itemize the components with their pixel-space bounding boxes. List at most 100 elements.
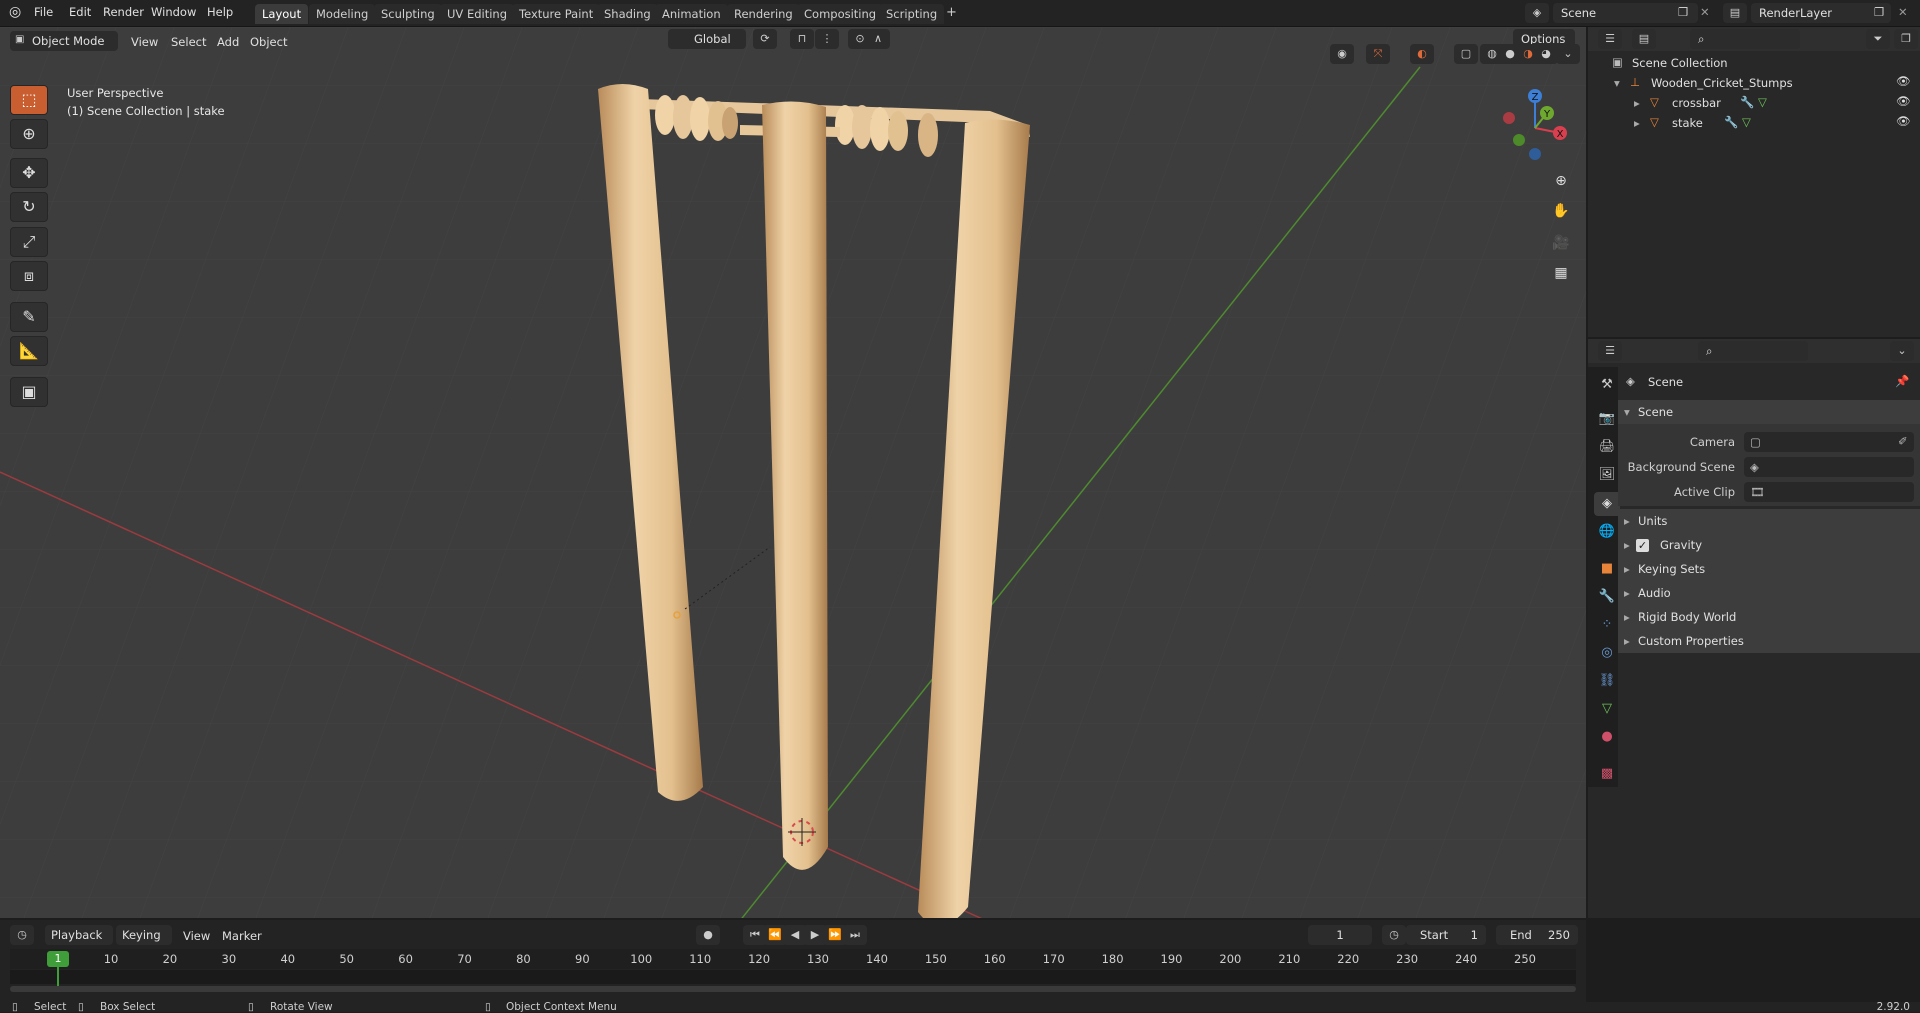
- view-layer-tab-icon[interactable]: 🖼: [1594, 463, 1620, 487]
- world-tab-icon[interactable]: 🌐: [1594, 520, 1620, 544]
- tree-row-crossbar[interactable]: ▸ ▽ crossbar 🔧 ▽ 👁: [1588, 93, 1920, 113]
- data-tab-icon[interactable]: ▽: [1594, 697, 1620, 721]
- timeline-scrollbar[interactable]: [10, 986, 1576, 992]
- texture-tab-icon[interactable]: ▩: [1594, 762, 1620, 786]
- modifier-tab-icon[interactable]: 🔧: [1594, 585, 1620, 609]
- scene-name-field[interactable]: Scene: [1553, 3, 1698, 23]
- start-frame-field[interactable]: Start 1: [1406, 925, 1486, 945]
- properties-search-input[interactable]: ⌕: [1698, 341, 1808, 361]
- tab-uv-editing[interactable]: UV Editing: [440, 4, 514, 24]
- current-frame-field[interactable]: 1: [1308, 925, 1372, 945]
- tab-compositing[interactable]: Compositing: [797, 4, 884, 24]
- expand-arrow-icon[interactable]: ▸: [1624, 514, 1630, 528]
- keying-sets-panel-header[interactable]: Keying Sets: [1618, 557, 1920, 581]
- preview-range-icon[interactable]: ◷: [1382, 925, 1406, 945]
- modifier-icon[interactable]: 🔧: [1740, 95, 1754, 109]
- select-box-tool[interactable]: ⬚: [10, 85, 48, 115]
- delete-scene-icon[interactable]: ✕: [1700, 5, 1710, 19]
- units-panel-header[interactable]: Units: [1618, 509, 1920, 533]
- add-cube-tool[interactable]: ▣: [10, 377, 48, 407]
- menu-help[interactable]: Help: [207, 5, 233, 19]
- menu-window[interactable]: Window: [151, 5, 196, 19]
- timeline-track[interactable]: [10, 970, 1576, 984]
- blender-logo-icon[interactable]: ◎: [9, 4, 27, 22]
- menu-edit[interactable]: Edit: [69, 5, 91, 19]
- editor-type-icon[interactable]: ☰: [1598, 341, 1622, 361]
- visibility-icon[interactable]: ◉: [1330, 44, 1354, 64]
- camera-field[interactable]: [1744, 432, 1914, 452]
- 3d-viewport[interactable]: [0, 27, 1586, 918]
- tab-texture-paint[interactable]: Texture Paint: [512, 4, 601, 24]
- viewport-menu-select[interactable]: Select: [171, 35, 206, 49]
- menu-render[interactable]: Render: [103, 5, 144, 19]
- scale-tool[interactable]: ⤢: [10, 227, 48, 257]
- visibility-eye-icon[interactable]: 👁: [1896, 74, 1911, 88]
- material-tab-icon[interactable]: ●: [1594, 725, 1620, 749]
- view-layer-field[interactable]: RenderLayer: [1751, 3, 1891, 23]
- record-icon[interactable]: ●: [696, 925, 720, 945]
- editor-type-icon[interactable]: ☰: [1598, 29, 1622, 49]
- panel-collapse-arrow-icon[interactable]: ▾: [1624, 405, 1630, 419]
- timeline-menu-view[interactable]: View: [183, 929, 210, 943]
- keying-dropdown[interactable]: Keying: [116, 925, 172, 945]
- viewport-menu-object[interactable]: Object: [250, 35, 287, 49]
- filter-icon[interactable]: ⏷: [1866, 29, 1890, 49]
- gizmo-toggle-icon[interactable]: ⤧: [1366, 44, 1390, 64]
- navigation-gizmo[interactable]: Z X Y: [1495, 88, 1575, 168]
- object-tab-icon[interactable]: ■: [1594, 557, 1620, 581]
- rotate-tool[interactable]: ↻: [10, 192, 48, 222]
- tree-row-stake[interactable]: ▸ ▽ stake 🔧 ▽ 👁: [1588, 113, 1920, 133]
- end-frame-field[interactable]: End 250: [1496, 925, 1578, 945]
- tool-tab-icon[interactable]: ⚒: [1594, 373, 1620, 397]
- playhead-frame-badge[interactable]: 1: [47, 951, 69, 967]
- pin-icon[interactable]: 📌: [1895, 374, 1909, 388]
- expand-arrow-icon[interactable]: ▸: [1624, 586, 1630, 600]
- expand-arrow-icon[interactable]: ▸: [1634, 96, 1640, 110]
- overlay-toggle-icon[interactable]: ◐: [1410, 44, 1434, 64]
- panel-options-icon[interactable]: ⌄: [1890, 341, 1914, 361]
- constraints-tab-icon[interactable]: ⛓: [1594, 669, 1620, 693]
- gravity-checkbox[interactable]: ✓: [1636, 539, 1649, 552]
- visibility-eye-icon[interactable]: 👁: [1896, 114, 1911, 128]
- display-mode-icon[interactable]: ▤: [1632, 29, 1656, 49]
- viewport-menu-view[interactable]: View: [131, 35, 158, 49]
- view-layer-browse-icon[interactable]: ▤: [1723, 3, 1747, 23]
- xray-toggle-icon[interactable]: ▢: [1454, 44, 1478, 64]
- modifier-icon[interactable]: 🔧: [1724, 115, 1738, 129]
- timeline-editor-type-icon[interactable]: ◷: [10, 925, 34, 945]
- outliner-search-input[interactable]: ⌕: [1690, 29, 1800, 49]
- perspective-toggle-icon[interactable]: ▦: [1548, 260, 1574, 286]
- tab-rendering[interactable]: Rendering: [727, 4, 800, 24]
- output-tab-icon[interactable]: 🖨: [1594, 435, 1620, 459]
- measure-tool[interactable]: 📐: [10, 336, 48, 366]
- tab-shading[interactable]: Shading: [597, 4, 658, 24]
- scene-tab-icon[interactable]: ◈: [1594, 492, 1620, 516]
- annotate-tool[interactable]: ✎: [10, 302, 48, 332]
- zoom-icon[interactable]: ⊕: [1548, 168, 1574, 194]
- particles-tab-icon[interactable]: ⁘: [1594, 613, 1620, 637]
- tab-animation[interactable]: Animation: [655, 4, 728, 24]
- tree-row-wooden-cricket-stumps[interactable]: ▾ ⊥ Wooden_Cricket_Stumps 👁: [1588, 73, 1920, 93]
- scene-panel-header[interactable]: Scene: [1618, 400, 1920, 424]
- mesh-data-icon[interactable]: ▽: [1758, 95, 1767, 109]
- physics-tab-icon[interactable]: ◎: [1594, 641, 1620, 665]
- expand-arrow-icon[interactable]: ▸: [1624, 538, 1630, 552]
- tab-sculpting[interactable]: Sculpting: [374, 4, 442, 24]
- transform-tool[interactable]: ⧈: [10, 261, 48, 291]
- timeline-menu-marker[interactable]: Marker: [222, 929, 262, 943]
- expand-arrow-icon[interactable]: ▸: [1624, 634, 1630, 648]
- tab-modeling[interactable]: Modeling: [309, 4, 376, 24]
- render-tab-icon[interactable]: 📷: [1594, 407, 1620, 431]
- cursor-tool[interactable]: ⊕: [10, 119, 48, 149]
- custom-properties-panel-header[interactable]: Custom Properties: [1618, 629, 1920, 653]
- new-view-layer-icon[interactable]: ❐: [1874, 5, 1884, 19]
- pivot-point-icon[interactable]: ⟳: [753, 29, 777, 49]
- falloff-icon[interactable]: ∧: [866, 29, 890, 49]
- snap-icon[interactable]: ⊓: [790, 29, 814, 49]
- playback-dropdown[interactable]: Playback: [45, 925, 113, 945]
- delete-view-layer-icon[interactable]: ✕: [1898, 5, 1908, 19]
- tree-row-scene-collection[interactable]: ▣ Scene Collection: [1588, 53, 1920, 73]
- snap-target-icon[interactable]: ⋮: [815, 29, 839, 49]
- tab-layout[interactable]: Layout: [255, 4, 309, 24]
- gravity-panel-header[interactable]: Gravity: [1618, 533, 1920, 557]
